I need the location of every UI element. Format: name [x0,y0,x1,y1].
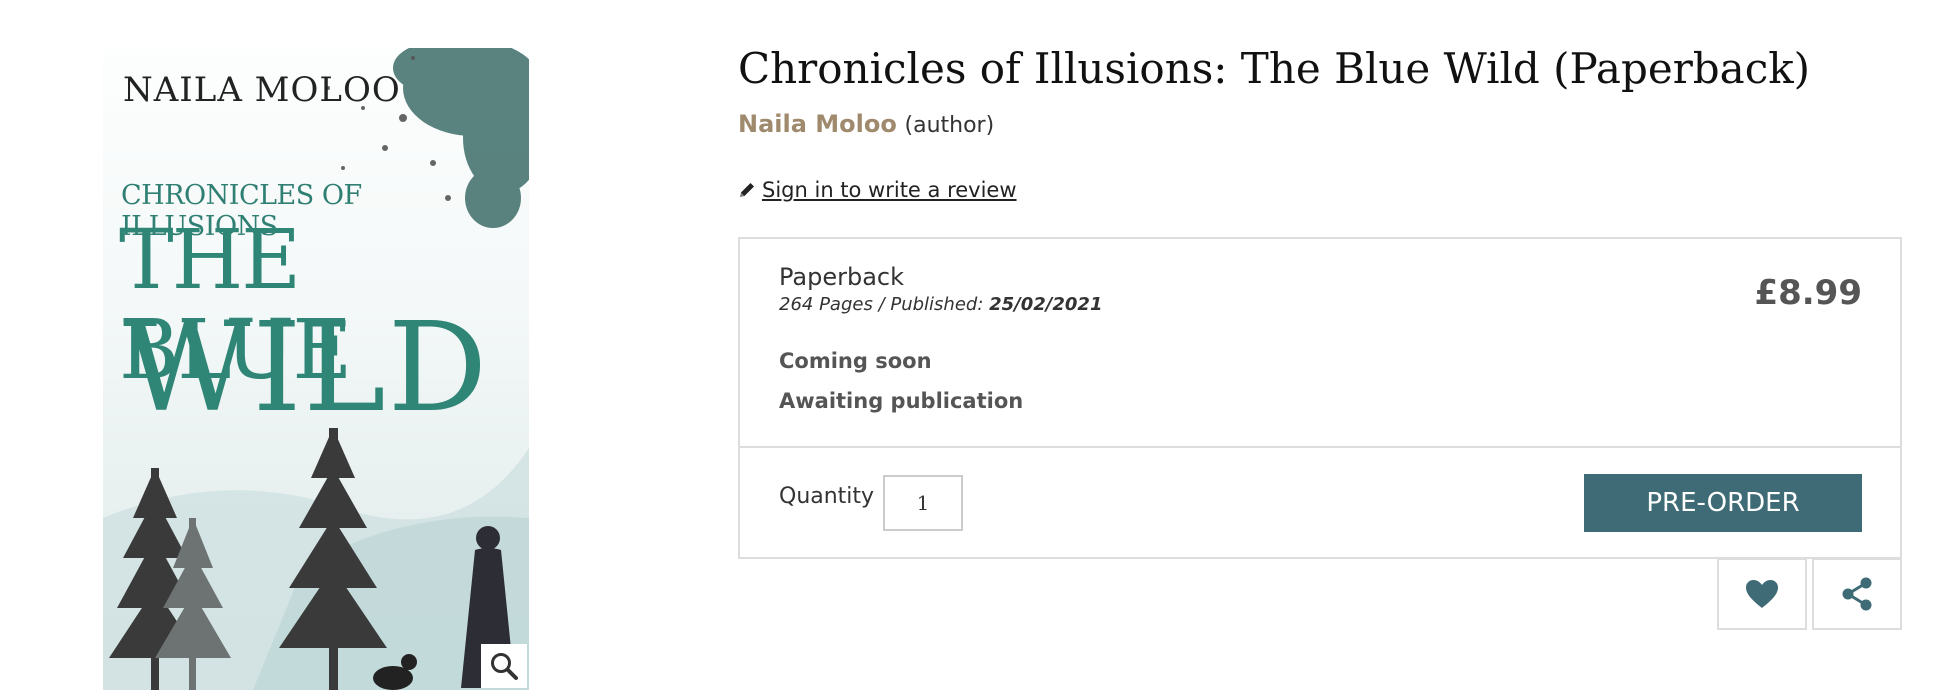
price: £8.99 [1754,273,1862,313]
zoom-cover-button[interactable] [481,644,527,688]
pencil-icon [740,183,754,197]
byline: Naila Moloo (author) [738,110,994,138]
share-button[interactable] [1812,558,1902,630]
pre-order-button[interactable]: PRE-ORDER [1584,474,1862,532]
product-title: Chronicles of Illusions: The Blue Wild (… [738,44,1811,93]
purchase-panel: Paperback 264 Pages / Published: 25/02/2… [738,237,1902,559]
published-date: 25/02/2021 [989,294,1103,315]
author-role: (author) [904,113,995,138]
cover-title-line2: WILD [123,296,490,440]
format-meta: 264 Pages / Published: 25/02/2021 [779,294,1102,315]
author-link[interactable]: Naila Moloo [738,110,897,138]
book-cover[interactable]: NAILA MOLOO CHRONICLES OF ILLUSIONS THE … [103,48,529,690]
magnifier-icon [491,653,518,680]
quantity-label: Quantity [779,484,875,509]
publication-status: Awaiting publication [779,389,1024,413]
wishlist-button[interactable] [1717,558,1807,630]
heart-icon [1746,580,1778,608]
availability-label: Coming soon [779,349,932,373]
format-label: Paperback [779,263,905,291]
panel-divider [740,446,1900,448]
quantity-input[interactable] [883,475,963,531]
write-review-link[interactable]: Sign in to write a review [738,178,1017,202]
write-review-label: Sign in to write a review [762,178,1017,202]
cover-author: NAILA MOLOO [123,70,401,110]
share-icon [1842,577,1872,611]
pages-published-label: 264 Pages / Published: [779,294,990,315]
